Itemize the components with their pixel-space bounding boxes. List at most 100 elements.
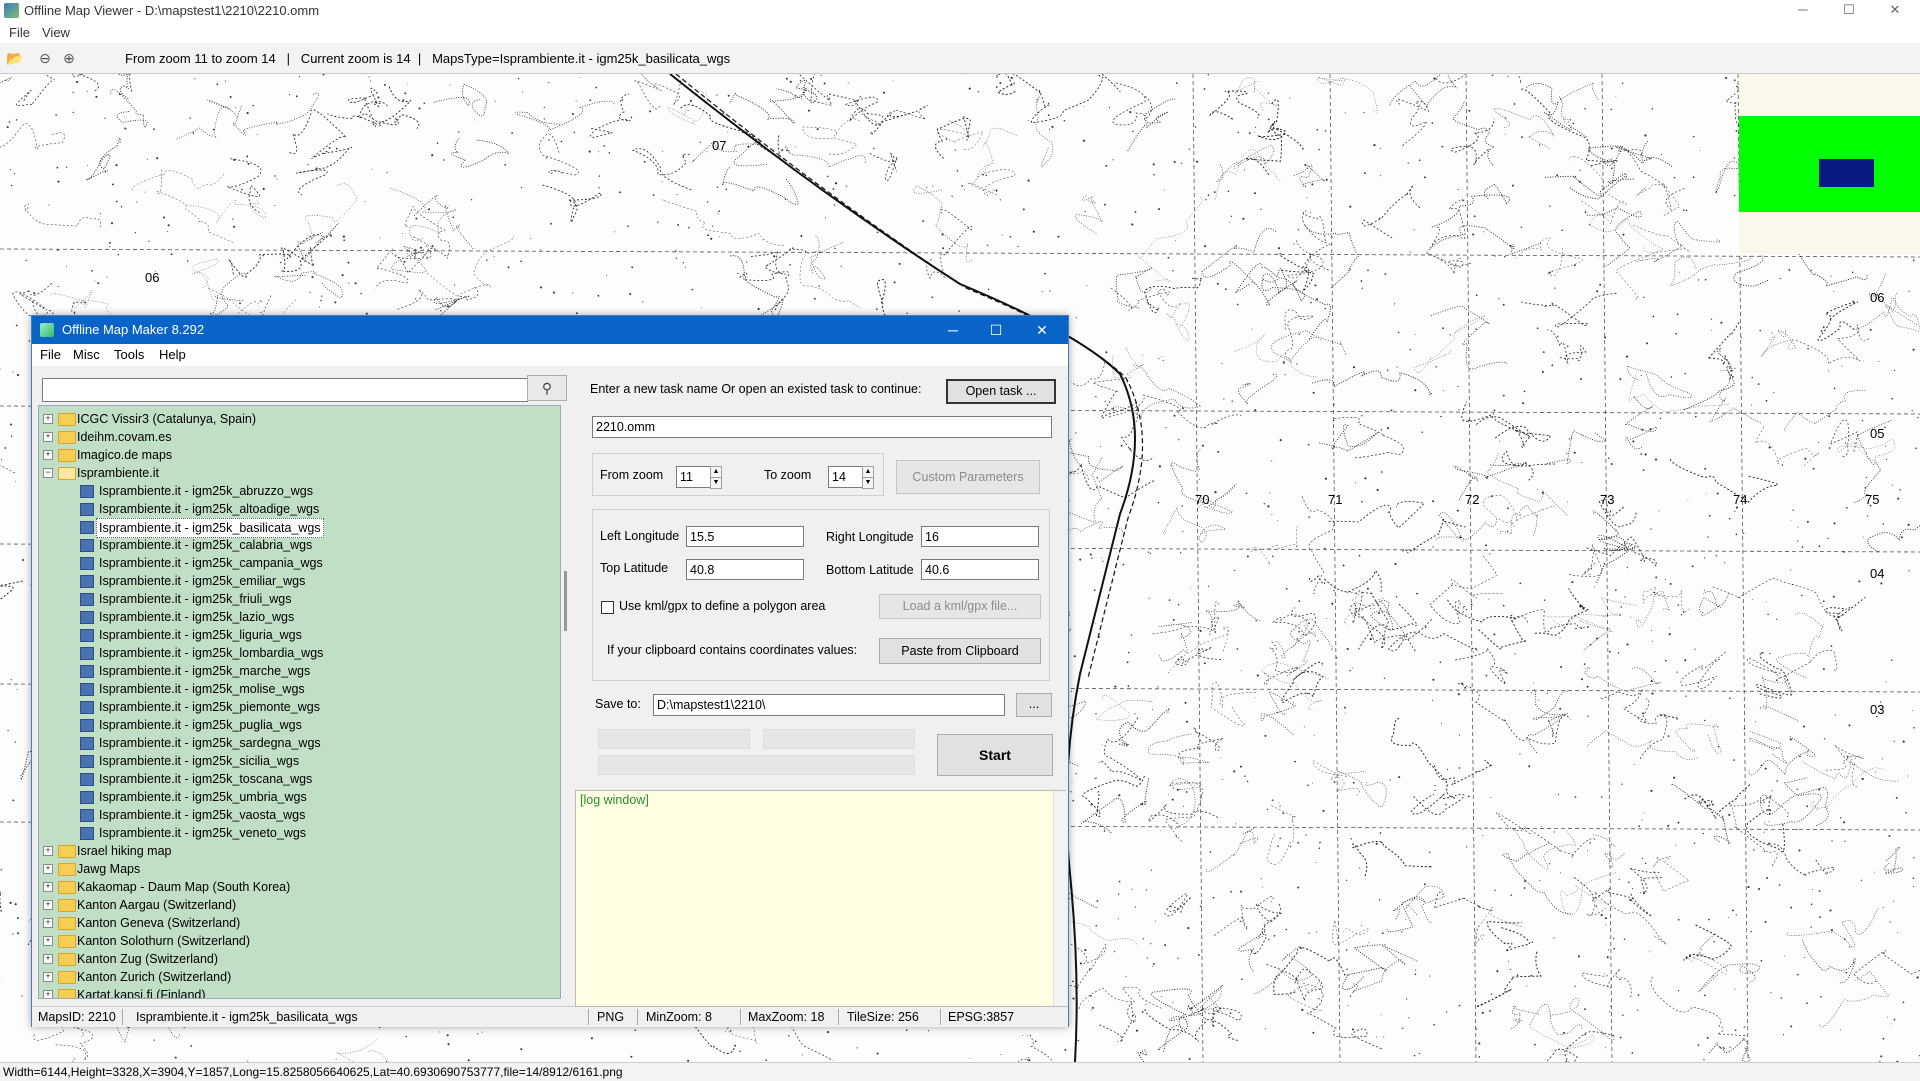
expand-icon[interactable]: +	[43, 414, 53, 424]
tree-map-node[interactable]: Isprambiente.it - igm25k_basilicata_wgs	[39, 518, 554, 538]
map-search-input[interactable]	[42, 378, 528, 402]
expand-icon[interactable]: +	[43, 864, 53, 874]
dialog-maximize-button[interactable]: ☐	[976, 318, 1016, 342]
tree-node-label: Israel hiking map	[77, 844, 172, 858]
minimize-button[interactable]: ─	[1780, 0, 1826, 22]
tree-map-node[interactable]: Isprambiente.it - igm25k_liguria_wgs	[39, 626, 554, 644]
left-longitude-input[interactable]	[686, 526, 804, 547]
tree-map-node[interactable]: Isprambiente.it - igm25k_lazio_wgs	[39, 608, 554, 626]
tree-folder-node[interactable]: + Kanton Solothurn (Switzerland)	[39, 932, 554, 950]
dialog-title-bar: Offline Map Maker 8.292 ─ ☐ ✕	[32, 316, 1068, 344]
tree-map-node[interactable]: Isprambiente.it - igm25k_piemonte_wgs	[39, 698, 554, 716]
map-layer-icon	[80, 809, 94, 822]
expand-icon[interactable]: +	[43, 954, 53, 964]
grid-label: 07	[712, 138, 727, 153]
load-kml-button[interactable]: Load a kml/gpx file...	[879, 594, 1041, 619]
tree-map-node[interactable]: Isprambiente.it - igm25k_campania_wgs	[39, 554, 554, 572]
tree-folder-node[interactable]: + Israel hiking map	[39, 842, 554, 860]
dialog-menu-misc[interactable]: Misc	[73, 347, 100, 362]
from-zoom-down[interactable]: ▼	[710, 477, 722, 489]
expand-icon[interactable]: +	[43, 972, 53, 982]
viewer-toolbar: 📂 ⊖ ⊕ From zoom 11 to zoom 14 | Current …	[0, 43, 1920, 74]
save-path-input[interactable]	[653, 694, 1005, 716]
expand-icon[interactable]: +	[43, 846, 53, 856]
tree-map-node[interactable]: Isprambiente.it - igm25k_umbria_wgs	[39, 788, 554, 806]
maximize-button[interactable]: ☐	[1826, 0, 1872, 22]
tree-map-node[interactable]: Isprambiente.it - igm25k_puglia_wgs	[39, 716, 554, 734]
dialog-close-button[interactable]: ✕	[1022, 318, 1062, 342]
grid-label: 75	[1865, 492, 1880, 507]
dialog-menu-tools[interactable]: Tools	[114, 347, 144, 362]
right-longitude-input[interactable]	[921, 526, 1039, 547]
tree-map-node[interactable]: Isprambiente.it - igm25k_altoadige_wgs	[39, 500, 554, 518]
tree-map-node[interactable]: Isprambiente.it - igm25k_toscana_wgs	[39, 770, 554, 788]
task-name-input[interactable]	[592, 416, 1052, 438]
expand-icon[interactable]: +	[43, 918, 53, 928]
overview-map[interactable]	[1739, 74, 1920, 254]
map-layer-icon	[80, 557, 94, 570]
bottom-latitude-input[interactable]	[921, 559, 1039, 580]
tree-folder-node[interactable]: + Kanton Aargau (Switzerland)	[39, 896, 554, 914]
tree-node-label: Jawg Maps	[77, 862, 141, 876]
to-zoom-down[interactable]: ▼	[862, 477, 874, 489]
folder-icon	[58, 971, 76, 984]
tree-folder-node[interactable]: + Kanton Zurich (Switzerland)	[39, 968, 554, 986]
kml-checkbox[interactable]	[601, 601, 614, 614]
close-button[interactable]: ✕	[1872, 0, 1918, 22]
tree-map-node[interactable]: Isprambiente.it - igm25k_marche_wgs	[39, 662, 554, 680]
expand-icon[interactable]: +	[43, 450, 53, 460]
to-zoom-input[interactable]	[828, 466, 862, 488]
tree-map-node[interactable]: Isprambiente.it - igm25k_abruzzo_wgs	[39, 482, 554, 500]
custom-parameters-button[interactable]: Custom Parameters	[896, 460, 1040, 494]
dialog-menu-file[interactable]: File	[40, 347, 61, 362]
tree-map-node[interactable]: Isprambiente.it - igm25k_sardegna_wgs	[39, 734, 554, 752]
tree-folder-node[interactable]: + Kakaomap - Daum Map (South Korea)	[39, 878, 554, 896]
status-maps-id: MapsID: 2210	[38, 1010, 116, 1024]
browse-button[interactable]: ...	[1016, 693, 1052, 717]
folder-open-icon[interactable]: 📂	[6, 49, 24, 67]
tree-folder-node[interactable]: + Jawg Maps	[39, 860, 554, 878]
status-max-zoom: MaxZoom: 18	[748, 1010, 825, 1024]
menu-file[interactable]: File	[9, 25, 30, 40]
dialog-menu-help[interactable]: Help	[159, 347, 186, 362]
dialog-minimize-button[interactable]: ─	[933, 318, 973, 342]
tree-map-node[interactable]: Isprambiente.it - igm25k_sicilia_wgs	[39, 752, 554, 770]
tree-map-node[interactable]: Isprambiente.it - igm25k_friuli_wgs	[39, 590, 554, 608]
tree-folder-node[interactable]: + Kanton Geneva (Switzerland)	[39, 914, 554, 932]
grid-label: 03	[1870, 702, 1885, 717]
expand-icon[interactable]: +	[43, 882, 53, 892]
expand-icon[interactable]: +	[43, 432, 53, 442]
tree-map-node[interactable]: Isprambiente.it - igm25k_calabria_wgs	[39, 536, 554, 554]
pane-splitter[interactable]	[564, 571, 567, 631]
collapse-icon[interactable]: −	[43, 468, 53, 478]
tree-folder-node[interactable]: − Isprambiente.it	[39, 464, 554, 482]
tree-map-node[interactable]: Isprambiente.it - igm25k_molise_wgs	[39, 680, 554, 698]
tree-map-node[interactable]: Isprambiente.it - igm25k_lombardia_wgs	[39, 644, 554, 662]
log-scrollbar[interactable]	[1053, 791, 1066, 1006]
tree-folder-node[interactable]: + Imagico.de maps	[39, 446, 554, 464]
expand-icon[interactable]: +	[43, 900, 53, 910]
map-source-tree[interactable]: + ICGC Vissir3 (Catalunya, Spain) + Ideihm.…	[38, 405, 561, 999]
tree-folder-node[interactable]: + Kartat.kapsi.fi (Finland)	[39, 986, 554, 998]
open-task-button[interactable]: Open task ...	[946, 379, 1056, 404]
expand-icon[interactable]: +	[43, 990, 53, 998]
tree-map-node[interactable]: Isprambiente.it - igm25k_emiliar_wgs	[39, 572, 554, 590]
log-window[interactable]: [log window]	[575, 790, 1066, 1007]
overview-viewport[interactable]	[1819, 159, 1874, 187]
tree-map-node[interactable]: Isprambiente.it - igm25k_vaosta_wgs	[39, 806, 554, 824]
menu-view[interactable]: View	[42, 25, 70, 40]
tree-map-node[interactable]: Isprambiente.it - igm25k_veneto_wgs	[39, 824, 554, 842]
zoom-in-icon[interactable]: ⊕	[60, 49, 78, 67]
search-button[interactable]: ⚲	[527, 375, 567, 401]
tree-folder-node[interactable]: + Ideihm.covam.es	[39, 428, 554, 446]
start-button[interactable]: Start	[937, 734, 1053, 776]
folder-icon	[58, 899, 76, 912]
tree-folder-node[interactable]: + ICGC Vissir3 (Catalunya, Spain)	[39, 410, 554, 428]
top-latitude-input[interactable]	[686, 559, 804, 580]
dialog-app-icon	[40, 323, 54, 337]
expand-icon[interactable]: +	[43, 936, 53, 946]
tree-folder-node[interactable]: + Kanton Zug (Switzerland)	[39, 950, 554, 968]
paste-clipboard-button[interactable]: Paste from Clipboard	[879, 638, 1041, 664]
zoom-out-icon[interactable]: ⊖	[36, 49, 54, 67]
from-zoom-input[interactable]	[676, 466, 710, 488]
